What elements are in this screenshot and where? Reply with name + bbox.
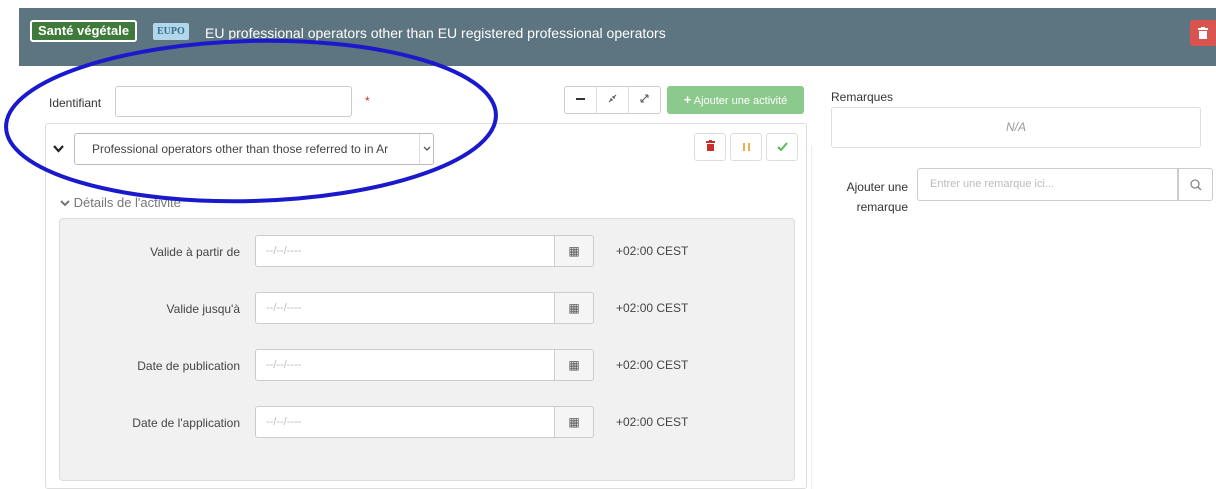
search-button[interactable]	[1178, 168, 1213, 201]
valid-from-label: Valide à partir de	[150, 245, 240, 259]
timezone-label: +02:00 CEST	[616, 301, 689, 315]
details-toggle[interactable]: Détails de l'activité	[60, 195, 181, 210]
calendar-icon[interactable]: ▦	[555, 349, 594, 381]
confirm-activity-button[interactable]	[766, 133, 798, 161]
remark-input[interactable]: Entrer une remarque ici...	[917, 168, 1178, 201]
publication-date-input[interactable]: --/--/----	[255, 349, 555, 381]
valid-from-row: Valide à partir de --/--/---- ▦ +02:00 C…	[60, 235, 796, 269]
remarks-title: Remarques	[831, 90, 894, 104]
pause-activity-button[interactable]	[730, 133, 762, 161]
view-toolbar	[564, 86, 661, 114]
valid-from-input[interactable]: --/--/----	[255, 235, 555, 267]
activity-actions	[694, 133, 798, 161]
publication-date-row: Date de publication --/--/---- ▦ +02:00 …	[60, 349, 796, 383]
expand-icon	[640, 94, 649, 103]
identifiant-input[interactable]	[115, 86, 352, 117]
trash-icon	[1198, 27, 1208, 39]
expand-button[interactable]	[629, 87, 660, 113]
search-icon	[1190, 179, 1202, 191]
collapse-all-button[interactable]	[565, 87, 597, 113]
select-arrow-icon	[419, 134, 433, 164]
trash-icon	[705, 140, 715, 151]
chevron-down-icon[interactable]	[53, 142, 64, 156]
domain-badge: Santé végétale	[30, 20, 138, 42]
activity-panel: Identifiant * + Ajouter une activité Pro…	[30, 76, 810, 489]
details-label: Détails de l'activité	[73, 195, 181, 210]
add-activity-label: Ajouter une activité	[693, 95, 788, 107]
panel-divider	[811, 146, 812, 489]
calendar-icon[interactable]: ▦	[555, 235, 594, 267]
compress-icon	[608, 94, 617, 103]
remarks-list: N/A	[831, 107, 1201, 148]
valid-until-label: Valide jusqu'à	[166, 302, 240, 316]
application-date-row: Date de l'application --/--/---- ▦ +02:0…	[60, 406, 796, 440]
add-activity-button[interactable]: + Ajouter une activité	[667, 86, 804, 114]
timezone-label: +02:00 CEST	[616, 244, 689, 258]
valid-until-row: Valide jusqu'à --/--/---- ▦ +02:00 CEST	[60, 292, 796, 326]
minus-icon	[576, 98, 585, 100]
add-remark-label: Ajouter une remarque	[846, 180, 908, 214]
plus-icon: +	[683, 92, 692, 107]
valid-until-input[interactable]: --/--/----	[255, 292, 555, 324]
chevron-down-icon	[60, 200, 70, 207]
check-icon	[776, 142, 788, 152]
page-title: EU professional operators other than EU …	[205, 25, 666, 41]
publication-date-label: Date de publication	[137, 359, 240, 373]
compress-button[interactable]	[597, 87, 629, 113]
activity-details: Valide à partir de --/--/---- ▦ +02:00 C…	[59, 218, 795, 481]
activity-select-value: Professional operators other than those …	[92, 142, 389, 156]
code-badge: EUPO	[153, 23, 189, 40]
activity-card: Professional operators other than those …	[45, 123, 807, 489]
application-date-input[interactable]: --/--/----	[255, 406, 555, 438]
page-header: Santé végétale EUPO EU professional oper…	[19, 8, 1216, 66]
timezone-label: +02:00 CEST	[616, 415, 689, 429]
activity-select[interactable]: Professional operators other than those …	[74, 133, 434, 165]
application-date-label: Date de l'application	[132, 416, 240, 430]
pause-icon	[742, 143, 750, 151]
delete-button[interactable]	[1190, 20, 1216, 46]
required-marker: *	[365, 94, 370, 108]
timezone-label: +02:00 CEST	[616, 358, 689, 372]
calendar-icon[interactable]: ▦	[555, 292, 594, 324]
delete-activity-button[interactable]	[694, 133, 726, 161]
identifiant-label: Identifiant	[49, 96, 102, 110]
calendar-icon[interactable]: ▦	[555, 406, 594, 438]
